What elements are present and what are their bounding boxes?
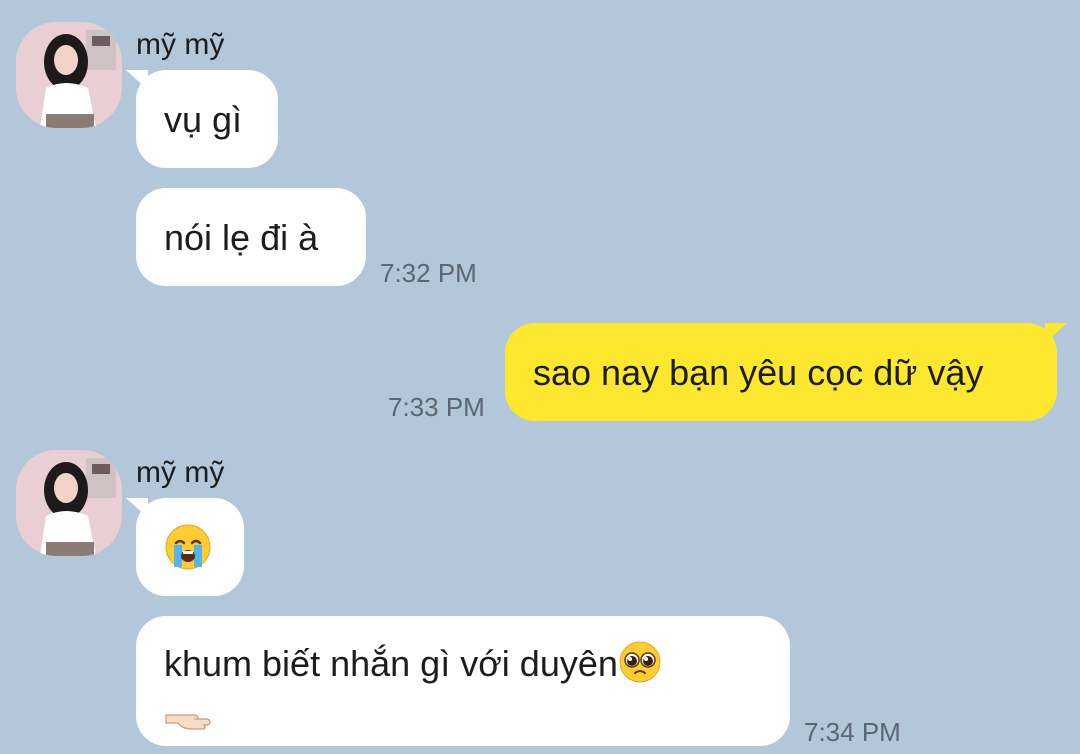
message-line: khum biết nhắn gì với duyên [164, 640, 662, 694]
contact-avatar[interactable] [16, 450, 122, 556]
message-line [164, 698, 216, 743]
message-bubble-outgoing[interactable]: sao nay bạn yêu cọc dữ vậy [505, 323, 1057, 421]
message-timestamp: 7:34 PM [804, 717, 901, 747]
message-bubble[interactable]: vụ gì [136, 70, 278, 168]
sender-name: mỹ mỹ [136, 28, 225, 61]
message-bubble[interactable]: khum biết nhắn gì với duyên [136, 616, 790, 746]
chat-thread: mỹ mỹ vụ gì nói lẹ đi à 7:32 PM sao nay … [0, 0, 1080, 754]
loudly-crying-face-icon [165, 524, 211, 570]
message-text: sao nay bạn yêu cọc dữ vậy [533, 351, 984, 393]
message-text: khum biết nhắn gì với duyên [164, 643, 618, 684]
message-timestamp: 7:33 PM [388, 392, 485, 422]
message-bubble[interactable] [136, 498, 244, 596]
message-text: nói lẹ đi à [164, 216, 319, 258]
sender-name: mỹ mỹ [136, 456, 225, 489]
contact-avatar[interactable] [16, 22, 122, 128]
message-timestamp: 7:32 PM [380, 258, 477, 288]
avatar-photo-icon [16, 450, 122, 556]
message-text: vụ gì [164, 98, 243, 140]
message-bubble[interactable]: nói lẹ đi à [136, 188, 366, 286]
pleading-face-icon [618, 640, 662, 694]
avatar-photo-icon [16, 22, 122, 128]
pointing-hand-icon [164, 700, 216, 741]
